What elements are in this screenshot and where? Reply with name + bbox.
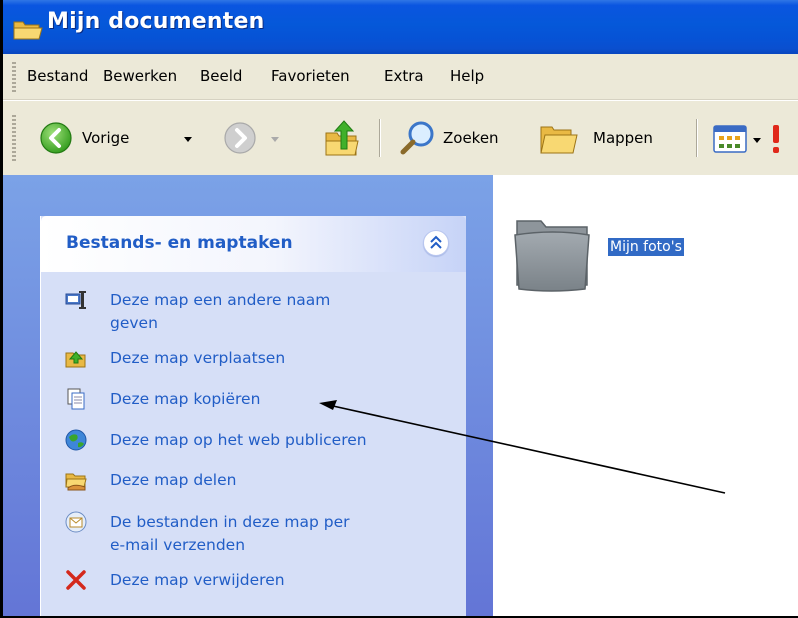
task-label: Deze map verplaatsen — [110, 347, 440, 370]
menu-extra[interactable]: Extra — [384, 67, 424, 85]
forward-button[interactable] — [213, 111, 293, 165]
task-line: De bestanden in deze map per — [110, 513, 350, 531]
file-folder-tasks-panel: Bestands- en maptaken Deze map een ander… — [40, 216, 466, 616]
task-label: De bestanden in deze map per e-mail verz… — [110, 511, 440, 557]
collapse-button[interactable] — [423, 230, 449, 256]
window-title: Mijn documenten — [47, 9, 265, 34]
more-icon — [773, 125, 779, 153]
explorer-window: Mijn documenten Bestand Bewerken Beeld F… — [0, 0, 798, 618]
rename-icon — [65, 291, 86, 309]
task-label: Deze map delen — [110, 469, 440, 492]
back-button[interactable]: Vorige — [27, 111, 197, 165]
toolbar-grip[interactable] — [12, 115, 16, 161]
menu-bar: Bestand Bewerken Beeld Favorieten Extra … — [3, 54, 798, 100]
task-move-folder[interactable]: Deze map verplaatsen — [41, 347, 466, 371]
menu-bewerken[interactable]: Bewerken — [103, 67, 177, 85]
chevron-up-icon — [430, 235, 442, 249]
content-pane: Mijn foto's — [493, 175, 798, 616]
task-line: geven — [110, 314, 158, 332]
menu-beeld[interactable]: Beeld — [200, 67, 242, 85]
menu-help[interactable]: Help — [450, 67, 484, 85]
task-line: Deze map kopiëren — [110, 390, 261, 408]
task-rename-folder[interactable]: Deze map een andere naam geven — [41, 289, 466, 335]
task-label: Deze map een andere naam geven — [110, 289, 440, 335]
move-folder-icon — [65, 351, 86, 368]
task-label: Deze map op het web publiceren — [110, 429, 440, 452]
task-line: e-mail verzenden — [110, 536, 246, 554]
views-icon — [713, 125, 747, 153]
task-line: Deze map verwijderen — [110, 571, 285, 589]
folders-icon — [540, 126, 578, 154]
toolbar: Vorige Zoeken Mappen — [3, 100, 798, 176]
back-arrow-icon — [40, 122, 72, 154]
task-email-files[interactable]: De bestanden in deze map per e-mail verz… — [41, 511, 466, 557]
share-folder-icon — [65, 473, 87, 491]
up-folder-icon[interactable] — [323, 119, 359, 157]
delete-icon — [66, 570, 86, 590]
email-icon — [65, 511, 87, 533]
task-share-folder[interactable]: Deze map delen — [41, 469, 466, 493]
task-label: Deze map kopiëren — [110, 388, 440, 411]
task-copy-folder[interactable]: Deze map kopiëren — [41, 388, 466, 412]
publish-web-icon — [65, 429, 87, 451]
folder-icon — [13, 21, 43, 40]
forward-arrow-icon — [224, 122, 256, 154]
search-icon — [400, 121, 434, 155]
views-dropdown-icon[interactable] — [753, 138, 761, 143]
task-line: Deze map op het web publiceren — [110, 431, 367, 449]
folders-button[interactable]: Mappen — [531, 111, 681, 165]
back-dropdown-icon[interactable] — [184, 137, 192, 142]
task-publish-web[interactable]: Deze map op het web publiceren — [41, 429, 466, 453]
folder-name: Mijn foto's — [608, 238, 684, 256]
task-line: Deze map verplaatsen — [110, 349, 286, 367]
toolbar-separator — [379, 119, 381, 157]
title-bar[interactable]: Mijn documenten — [3, 0, 798, 54]
copy-folder-icon — [67, 388, 85, 410]
panel-title: Bestands- en maptaken — [66, 233, 293, 253]
toolbar-separator — [696, 119, 698, 157]
back-label: Vorige — [82, 129, 130, 147]
task-pane: Bestands- en maptaken Deze map een ander… — [3, 175, 493, 616]
task-line: Deze map delen — [110, 471, 237, 489]
search-button[interactable]: Zoeken — [391, 111, 525, 165]
menu-favorieten[interactable]: Favorieten — [271, 67, 350, 85]
task-delete-folder[interactable]: Deze map verwijderen — [41, 569, 466, 593]
search-label: Zoeken — [443, 129, 499, 147]
menubar-grip[interactable] — [12, 62, 16, 92]
task-line: Deze map een andere naam — [110, 291, 331, 309]
folder-icon — [514, 220, 590, 292]
task-label: Deze map verwijderen — [110, 569, 440, 592]
panel-header[interactable]: Bestands- en maptaken — [41, 216, 466, 272]
views-button[interactable] — [703, 111, 798, 165]
forward-dropdown-icon[interactable] — [271, 137, 279, 142]
menu-bestand[interactable]: Bestand — [27, 67, 88, 85]
folders-label: Mappen — [593, 129, 653, 147]
